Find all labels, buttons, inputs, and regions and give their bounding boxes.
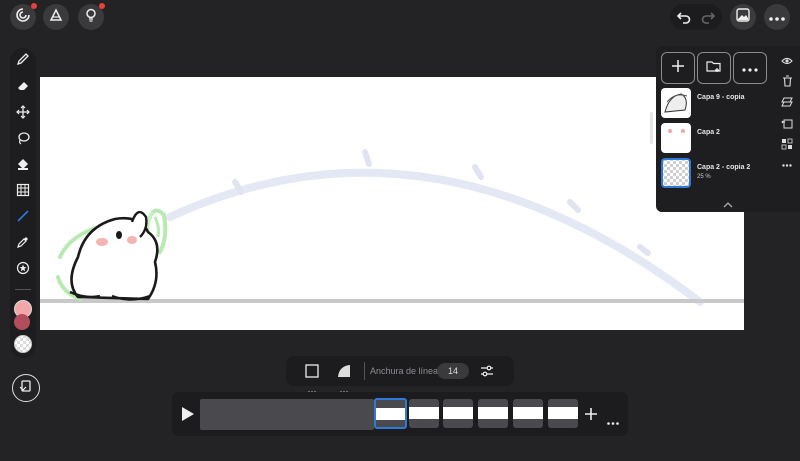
layer-swap-icon	[19, 379, 33, 398]
timeline-frame[interactable]	[443, 399, 473, 428]
stamp-tool[interactable]	[13, 260, 33, 280]
eraser-icon	[16, 79, 30, 98]
secondary-color-swatch[interactable]	[14, 314, 30, 330]
eyedropper-icon	[16, 235, 30, 254]
image-icon	[736, 7, 750, 27]
layer-name: Capa 2	[697, 129, 720, 136]
fill-icon	[16, 157, 30, 176]
plus-icon	[671, 59, 685, 78]
layer-thumbnail	[661, 158, 691, 188]
alpha-lock-icon[interactable]	[781, 138, 793, 150]
fill-tool[interactable]	[13, 156, 33, 176]
pen-icon	[16, 52, 30, 71]
quick-action-button[interactable]	[12, 374, 40, 402]
play-icon[interactable]	[181, 406, 195, 427]
layers-panel: Capa 9 - copia Capa 2 Capa 2 - copia 2 2…	[656, 46, 800, 212]
timeline-frame-selected[interactable]	[374, 398, 407, 429]
idea-button[interactable]	[78, 3, 105, 30]
add-frame-icon[interactable]	[584, 407, 598, 426]
layer-thumbnail	[661, 88, 691, 118]
stamp-icon	[16, 261, 30, 280]
layer-options-button[interactable]	[733, 52, 767, 84]
canvas-artwork	[40, 149, 744, 306]
grid-tool[interactable]	[13, 182, 33, 202]
delete-icon[interactable]	[781, 75, 793, 87]
line-icon	[16, 209, 30, 228]
layer-name: Capa 9 - copia	[697, 94, 745, 101]
canvas-scroll-handle[interactable]	[650, 112, 653, 144]
layer-name: Capa 2 - copia 2	[697, 164, 751, 171]
tool-palette	[10, 48, 36, 358]
layer-item[interactable]: Capa 2	[661, 123, 765, 157]
frame-thumbnail	[376, 408, 405, 420]
move-tool[interactable]	[13, 104, 33, 124]
layer-item-selected[interactable]: Capa 2 - copia 2 25 %	[661, 158, 765, 192]
gallery-button[interactable]	[10, 3, 37, 30]
idea-icon	[83, 7, 99, 28]
timeline-frame[interactable]	[409, 399, 439, 428]
pen-tool[interactable]	[13, 51, 33, 71]
timeline-frame[interactable]	[513, 399, 543, 428]
more-icon	[742, 59, 758, 77]
timeline-frame[interactable]	[548, 399, 578, 428]
frame-thumbnail	[409, 407, 439, 419]
add-folder-button[interactable]	[697, 52, 731, 84]
redo-icon[interactable]	[700, 9, 716, 30]
symmetry-button[interactable]	[43, 4, 69, 30]
symmetry-icon	[48, 7, 64, 28]
timeline-frame[interactable]	[478, 399, 508, 428]
dots-icon	[308, 380, 316, 393]
merge-layers-icon[interactable]	[781, 96, 793, 108]
layer-thumbnail	[661, 123, 691, 153]
more-layer-actions-icon[interactable]	[781, 159, 793, 171]
more-icon	[769, 8, 785, 26]
grid-icon	[16, 183, 30, 202]
frame-thumbnail	[443, 407, 473, 419]
move-layer-icon[interactable]	[781, 117, 793, 129]
timeline-more-icon[interactable]	[607, 412, 619, 430]
lasso-icon	[16, 131, 30, 150]
eraser-tool[interactable]	[13, 78, 33, 98]
dots-icon	[340, 380, 348, 393]
lasso-tool[interactable]	[13, 130, 33, 150]
undo-redo-group	[670, 4, 722, 30]
notification-dot	[31, 3, 37, 9]
frame-thumbnail	[548, 407, 578, 419]
frame-thumbnail	[513, 407, 543, 419]
drawing-canvas[interactable]	[40, 77, 744, 330]
undo-icon[interactable]	[676, 9, 692, 30]
gallery-icon	[15, 7, 31, 28]
folder-add-icon	[706, 59, 722, 78]
line-options-bar: Anchura de línea 14	[286, 356, 514, 393]
layer-item[interactable]: Capa 9 - copia	[661, 88, 765, 122]
timeline-track[interactable]	[200, 399, 374, 430]
bar-divider	[364, 362, 365, 380]
layer-opacity: 25 %	[697, 174, 711, 180]
animation-timeline	[172, 392, 628, 436]
transparent-color-swatch[interactable]	[14, 335, 32, 353]
add-layer-button[interactable]	[661, 52, 695, 84]
frame-thumbnail	[478, 407, 508, 419]
chevron-up-icon[interactable]	[722, 196, 734, 214]
toolbar-divider	[15, 289, 31, 290]
visibility-icon[interactable]	[781, 55, 793, 67]
reference-image-button[interactable]	[730, 4, 756, 30]
notification-dot	[99, 3, 105, 9]
line-width-input[interactable]: 14	[437, 363, 469, 379]
eyedropper-tool[interactable]	[13, 234, 33, 254]
line-tool[interactable]	[13, 208, 33, 228]
line-width-label: Anchura de línea	[370, 366, 439, 376]
move-icon	[16, 104, 30, 124]
sliders-icon[interactable]	[480, 364, 494, 383]
more-button[interactable]	[764, 4, 790, 30]
